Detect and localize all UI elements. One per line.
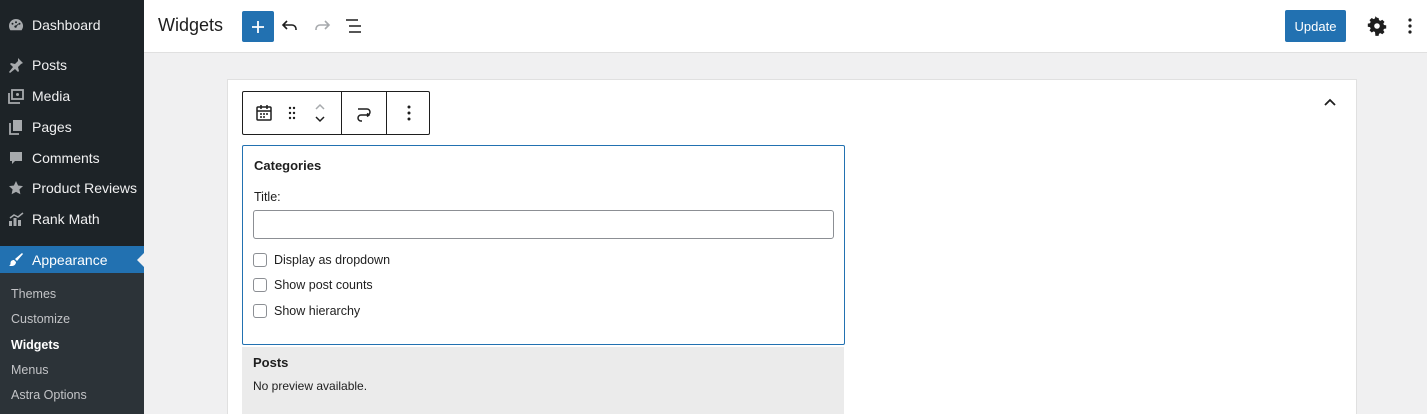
more-options-group: [387, 92, 431, 134]
drag-handle[interactable]: [285, 92, 299, 134]
list-view-icon: [346, 19, 361, 33]
options-button[interactable]: [1398, 14, 1422, 38]
settings-button[interactable]: [1365, 14, 1389, 38]
transform-group: [342, 92, 387, 134]
gear-icon: [1367, 16, 1387, 36]
editor-header: Widgets Update: [144, 0, 1427, 53]
more-vertical-icon: [407, 105, 411, 121]
drag-icon: [288, 106, 296, 120]
submenu-item-themes[interactable]: Themes: [11, 287, 56, 301]
sidebar-item-dashboard[interactable]: Dashboard: [0, 10, 144, 40]
title-input[interactable]: [253, 210, 834, 239]
checkbox[interactable]: [253, 253, 267, 267]
chevron-up-icon: [1324, 98, 1336, 106]
dashboard-icon: [8, 17, 24, 33]
title-field-label: Title:: [254, 190, 281, 204]
posts-widget-note: No preview available.: [253, 379, 368, 393]
more-vertical-icon: [1408, 18, 1412, 34]
sidebar-item-pages[interactable]: Pages: [0, 112, 144, 142]
sidebar-item-rank-math[interactable]: Rank Math: [0, 204, 144, 234]
move-down-icon[interactable]: [314, 113, 326, 125]
option-label: Show post counts: [274, 278, 373, 292]
pin-icon: [8, 57, 24, 73]
comments-icon: [8, 150, 24, 166]
collapse-area-button[interactable]: [1320, 92, 1340, 112]
sidebar-item-label: Comments: [32, 150, 100, 166]
transform-icon: [357, 108, 371, 122]
plus-icon: [252, 20, 264, 33]
undo-icon: [281, 20, 297, 30]
move-up-icon[interactable]: [314, 101, 326, 113]
list-view-button[interactable]: [342, 14, 366, 38]
widget-title: Categories: [254, 158, 322, 173]
move-buttons: [299, 92, 341, 134]
widget-area: Categories Title: Display as dropdown Sh…: [227, 79, 1357, 414]
redo-icon: [315, 20, 331, 30]
option-label: Display as dropdown: [274, 253, 391, 267]
posts-widget-title: Posts: [253, 355, 289, 370]
option-display-as-dropdown[interactable]: Display as dropdown: [253, 253, 390, 267]
sidebar-item-label: Posts: [32, 57, 68, 73]
add-block-button[interactable]: [242, 11, 274, 42]
block-toolbar: [242, 91, 430, 135]
submenu-item-astra-options[interactable]: Astra Options: [11, 388, 87, 402]
option-show-hierarchy[interactable]: Show hierarchy: [253, 304, 360, 318]
sidebar-item-label: Appearance: [32, 252, 108, 268]
calendar-icon: [256, 105, 272, 121]
sidebar-item-comments[interactable]: Comments: [0, 143, 144, 173]
submenu-item-customize[interactable]: Customize: [11, 312, 70, 326]
sidebar-item-media[interactable]: Media: [0, 81, 144, 111]
chart-icon: [8, 211, 24, 227]
sidebar-item-label: Media: [32, 88, 71, 104]
checkbox[interactable]: [253, 278, 267, 292]
sidebar-item-label: Dashboard: [32, 17, 101, 33]
sidebar-item-label: Rank Math: [32, 211, 100, 227]
block-options-button[interactable]: [387, 92, 431, 134]
active-menu-arrow: [137, 253, 144, 267]
categories-widget[interactable]: Categories Title: Display as dropdown Sh…: [242, 145, 845, 345]
undo-button[interactable]: [278, 14, 302, 38]
sidebar-item-posts[interactable]: Posts: [0, 50, 144, 80]
option-show-post-counts[interactable]: Show post counts: [253, 278, 373, 292]
submenu-item-menus[interactable]: Menus: [11, 363, 49, 377]
sidebar-item-appearance[interactable]: Appearance: [0, 246, 144, 274]
posts-widget[interactable]: Posts No preview available.: [242, 347, 844, 414]
block-type-button[interactable]: [243, 92, 285, 134]
checkbox[interactable]: [253, 304, 267, 318]
admin-sidebar: Dashboard Posts Media Pages Comments Pro…: [0, 0, 144, 414]
option-label: Show hierarchy: [274, 304, 361, 318]
submenu-item-widgets[interactable]: Widgets: [11, 338, 60, 352]
transform-button[interactable]: [342, 92, 386, 134]
sidebar-item-product-reviews[interactable]: Product Reviews: [0, 173, 144, 203]
sidebar-item-label: Product Reviews: [32, 180, 138, 196]
update-button[interactable]: Update: [1285, 10, 1346, 42]
block-type-group: [243, 92, 342, 134]
star-icon: [8, 180, 24, 196]
brush-icon: [8, 252, 24, 268]
media-icon: [8, 88, 24, 104]
redo-button[interactable]: [310, 14, 334, 38]
appearance-submenu: Themes Customize Widgets Menus Astra Opt…: [0, 273, 144, 414]
sidebar-item-label: Pages: [32, 119, 72, 135]
page-title: Widgets: [158, 15, 224, 35]
pages-icon: [8, 119, 24, 135]
